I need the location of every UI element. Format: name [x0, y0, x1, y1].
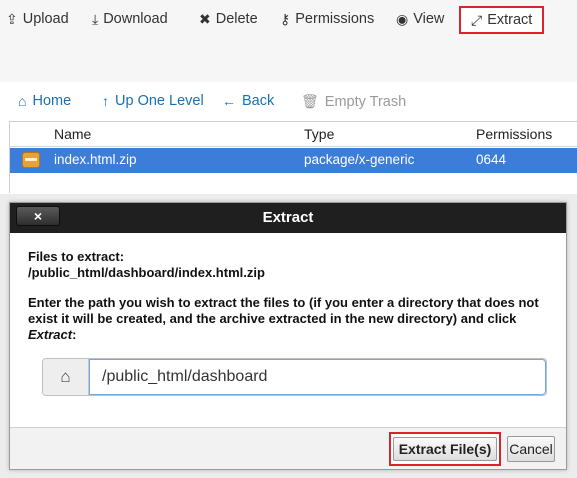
instruction-emphasis: Extract — [28, 327, 73, 342]
arrow-left-icon: ← — [222, 93, 236, 109]
instruction-suffix: : — [72, 327, 77, 342]
column-header-permissions[interactable]: Permissions — [476, 126, 552, 142]
download-button[interactable]: ⤓ Download — [92, 6, 168, 32]
up-one-level-link[interactable]: ↑ Up One Level — [102, 93, 204, 109]
dialog-header: × Extract — [10, 203, 566, 233]
download-label: Download — [103, 11, 168, 27]
close-icon: ✖ — [199, 11, 211, 27]
back-link[interactable]: ← Back — [222, 93, 274, 109]
column-header-type[interactable]: Type — [304, 126, 334, 142]
cancel-button[interactable]: Cancel — [507, 436, 555, 462]
dialog-footer: Extract File(s) Cancel — [10, 427, 566, 469]
toolbar: ⇪ Upload ⤓ Download ✖ Delete ⚷ Permissio… — [0, 0, 577, 82]
extract-instructions: Enter the path you wish to extract the f… — [28, 295, 548, 343]
view-label: View — [413, 11, 445, 27]
key-icon: ⚷ — [280, 11, 291, 27]
files-to-extract-label: Files to extract: — [28, 249, 125, 264]
view-button[interactable]: ◉ View — [396, 6, 444, 32]
upload-icon: ⇪ — [6, 11, 18, 27]
extract-toolbar-button[interactable]: ⤢ Extract — [459, 6, 545, 34]
home-link[interactable]: ⌂ Home — [18, 93, 71, 109]
file-table: Name Type Permissions index.html.zip pac… — [9, 121, 577, 193]
files-to-extract-path: /public_html/dashboard/index.html.zip — [28, 265, 265, 280]
upload-button[interactable]: ⇪ Upload — [6, 6, 69, 32]
eye-icon: ◉ — [396, 11, 409, 27]
extract-files-label: Extract File(s) — [392, 437, 498, 461]
instruction-text: Enter the path you wish to extract the f… — [28, 295, 539, 326]
extract-path-input[interactable] — [89, 359, 546, 395]
delete-button[interactable]: ✖ Delete — [199, 6, 258, 32]
navigation-bar: ⌂ Home ↑ Up One Level ← Back 🗑 Empty Tra… — [0, 84, 577, 120]
file-permissions: 0644 — [476, 152, 507, 167]
file-name: index.html.zip — [54, 152, 137, 167]
table-header: Name Type Permissions — [10, 122, 577, 147]
cancel-label: Cancel — [509, 441, 553, 457]
home-icon: ⌂ — [43, 359, 89, 395]
permissions-label: Permissions — [295, 11, 375, 27]
home-icon: ⌂ — [18, 93, 27, 109]
up-one-level-label: Up One Level — [115, 93, 204, 109]
dialog-title: Extract — [262, 209, 314, 226]
extract-files-button[interactable]: Extract File(s) — [389, 432, 501, 466]
file-type: package/x-generic — [304, 152, 415, 167]
home-label: Home — [32, 93, 72, 109]
expand-icon: ⤢ — [471, 12, 483, 28]
permissions-button[interactable]: ⚷ Permissions — [280, 6, 374, 32]
extract-path-field: ⌂ — [42, 358, 547, 396]
delete-label: Delete — [215, 11, 258, 27]
trash-icon: 🗑 — [301, 93, 319, 109]
empty-trash-link[interactable]: 🗑 Empty Trash — [301, 93, 406, 110]
column-header-name[interactable]: Name — [54, 126, 91, 142]
arrow-up-icon: ↑ — [102, 93, 109, 109]
dialog-body: Files to extract: /public_html/dashboard… — [28, 249, 548, 343]
back-label: Back — [242, 93, 275, 109]
extract-toolbar-label: Extract — [487, 12, 533, 28]
extract-dialog: × Extract Files to extract: /public_html… — [9, 202, 567, 470]
archive-icon — [22, 152, 40, 168]
upload-label: Upload — [22, 11, 69, 27]
table-row[interactable]: index.html.zip package/x-generic 0644 — [10, 148, 577, 173]
download-icon: ⤓ — [92, 11, 99, 27]
empty-trash-label: Empty Trash — [324, 93, 407, 110]
